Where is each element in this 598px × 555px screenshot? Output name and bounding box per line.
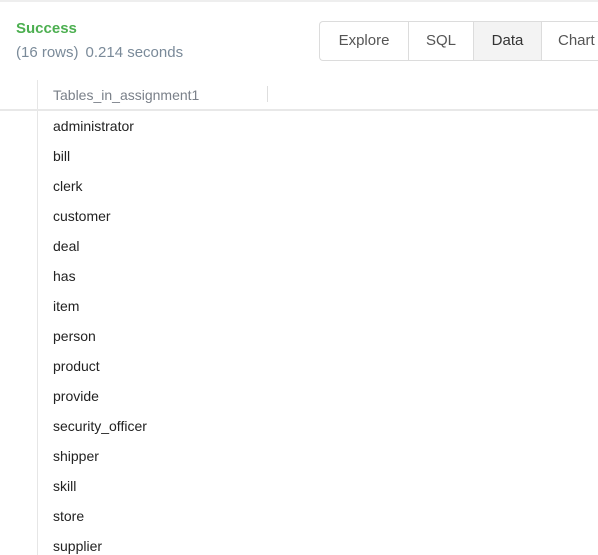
- table-row[interactable]: product: [0, 351, 598, 381]
- table-cell[interactable]: provide: [53, 381, 99, 411]
- table-cell[interactable]: clerk: [53, 171, 83, 201]
- tab-chart[interactable]: Chart: [542, 22, 598, 60]
- table-row[interactable]: customer: [0, 201, 598, 231]
- table-cell[interactable]: product: [53, 351, 100, 381]
- table-row[interactable]: supplier: [0, 531, 598, 555]
- table-cell[interactable]: shipper: [53, 441, 99, 471]
- table-cell[interactable]: deal: [53, 231, 79, 261]
- table-cell[interactable]: has: [53, 261, 76, 291]
- results-grid: Tables_in_assignment1 administrator bill c…: [0, 80, 598, 555]
- table-cell[interactable]: bill: [53, 141, 70, 171]
- table-row[interactable]: clerk: [0, 171, 598, 201]
- table-row[interactable]: store: [0, 501, 598, 531]
- row-count: (16 rows): [16, 44, 79, 61]
- query-result-panel: Success (16 rows) 0.214 seconds Explore S…: [0, 0, 598, 555]
- table-row[interactable]: person: [0, 321, 598, 351]
- table-row[interactable]: shipper: [0, 441, 598, 471]
- grid-body: administrator bill clerk customer deal has ite…: [0, 111, 598, 555]
- table-row[interactable]: bill: [0, 141, 598, 171]
- view-tabs: Explore SQL Data Chart: [319, 21, 598, 61]
- table-cell[interactable]: item: [53, 291, 79, 321]
- status-label: Success: [16, 20, 77, 37]
- grid-header: Tables_in_assignment1: [0, 80, 598, 111]
- table-row[interactable]: skill: [0, 471, 598, 501]
- top-divider: [0, 0, 598, 2]
- tab-sql[interactable]: SQL: [409, 22, 474, 60]
- table-row[interactable]: has: [0, 261, 598, 291]
- column-header[interactable]: Tables_in_assignment1: [53, 87, 199, 103]
- table-cell[interactable]: skill: [53, 471, 76, 501]
- tab-data[interactable]: Data: [474, 22, 542, 60]
- table-cell[interactable]: customer: [53, 201, 111, 231]
- result-meta: (16 rows) 0.214 seconds: [16, 44, 183, 61]
- table-cell[interactable]: supplier: [53, 531, 102, 555]
- tab-explore[interactable]: Explore: [320, 22, 409, 60]
- table-row[interactable]: deal: [0, 231, 598, 261]
- column-resize-handle[interactable]: [267, 86, 268, 102]
- table-row[interactable]: administrator: [0, 111, 598, 141]
- table-row[interactable]: security_officer: [0, 411, 598, 441]
- table-row[interactable]: provide: [0, 381, 598, 411]
- table-cell[interactable]: security_officer: [53, 411, 147, 441]
- table-cell[interactable]: administrator: [53, 111, 134, 141]
- query-duration: 0.214 seconds: [85, 44, 184, 61]
- table-row[interactable]: item: [0, 291, 598, 321]
- table-cell[interactable]: person: [53, 321, 96, 351]
- table-cell[interactable]: store: [53, 501, 84, 531]
